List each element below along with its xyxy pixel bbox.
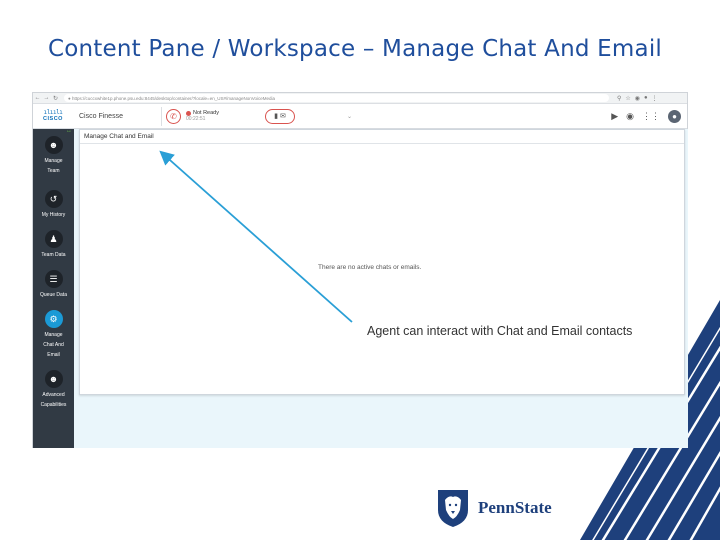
pennstate-wordmark: PennState — [478, 498, 552, 517]
pennstate-logo: PennState — [436, 488, 552, 528]
callout-text: Agent can interact with Chat and Email c… — [367, 324, 633, 338]
callout-arrow — [159, 150, 353, 323]
pennstate-shield-icon — [438, 490, 468, 527]
